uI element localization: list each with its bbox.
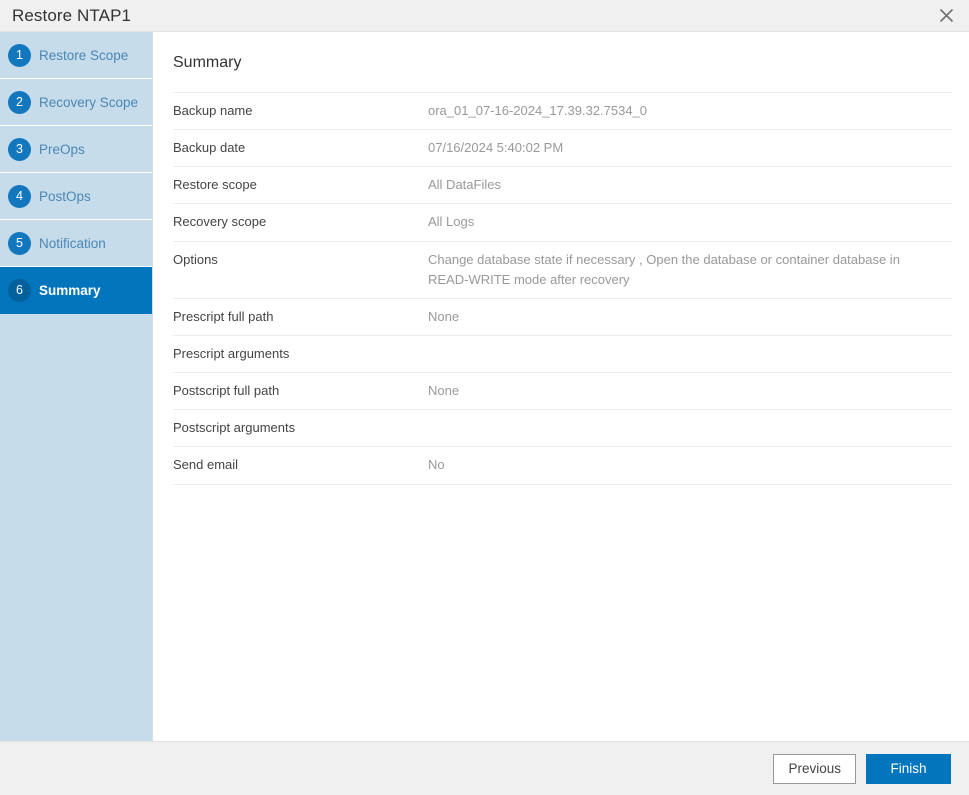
summary-table: Backup name ora_01_07-16-2024_17.39.32.7… [173, 92, 952, 485]
table-row: Postscript arguments [173, 410, 952, 447]
step-number-badge: 4 [8, 185, 31, 208]
sidebar-item-summary[interactable]: 6 Summary [0, 267, 152, 314]
sidebar-item-label: PostOps [39, 189, 91, 204]
row-value: All DataFiles [428, 167, 952, 204]
step-number-badge: 3 [8, 138, 31, 161]
step-number-badge: 5 [8, 232, 31, 255]
sidebar-item-postops[interactable]: 4 PostOps [0, 173, 152, 220]
sidebar-item-recovery-scope[interactable]: 2 Recovery Scope [0, 79, 152, 126]
table-row: Prescript arguments [173, 335, 952, 372]
row-value: None [428, 373, 952, 410]
sidebar-item-restore-scope[interactable]: 1 Restore Scope [0, 32, 152, 79]
wizard-steps-sidebar: 1 Restore Scope 2 Recovery Scope 3 PreOp… [0, 32, 153, 741]
row-label: Postscript full path [173, 373, 428, 410]
sidebar-filler [0, 314, 152, 741]
step-number-badge: 1 [8, 44, 31, 67]
row-label: Prescript arguments [173, 335, 428, 372]
step-number-badge: 6 [8, 279, 31, 302]
row-value: All Logs [428, 204, 952, 241]
table-row: Restore scope All DataFiles [173, 167, 952, 204]
row-label: Recovery scope [173, 204, 428, 241]
row-label: Backup name [173, 93, 428, 130]
sidebar-item-label: Summary [39, 283, 101, 298]
row-value: ora_01_07-16-2024_17.39.32.7534_0 [428, 93, 952, 130]
row-label: Options [173, 241, 428, 298]
restore-wizard-dialog: Restore NTAP1 1 Restore Scope 2 Recovery… [0, 0, 969, 795]
finish-button[interactable]: Finish [866, 754, 951, 784]
sidebar-item-label: Recovery Scope [39, 95, 138, 110]
dialog-footer: Previous Finish [0, 741, 969, 795]
row-value: No [428, 447, 952, 484]
row-label: Send email [173, 447, 428, 484]
previous-button[interactable]: Previous [773, 754, 856, 784]
step-number-badge: 2 [8, 91, 31, 114]
table-row: Backup name ora_01_07-16-2024_17.39.32.7… [173, 93, 952, 130]
row-label: Backup date [173, 130, 428, 167]
table-row: Send email No [173, 447, 952, 484]
row-value: Change database state if necessary , Ope… [428, 241, 952, 298]
row-label: Prescript full path [173, 298, 428, 335]
close-icon [939, 8, 954, 23]
table-row: Prescript full path None [173, 298, 952, 335]
row-value: 07/16/2024 5:40:02 PM [428, 130, 952, 167]
sidebar-item-label: Notification [39, 236, 106, 251]
row-value [428, 410, 952, 447]
table-row: Postscript full path None [173, 373, 952, 410]
sidebar-item-preops[interactable]: 3 PreOps [0, 126, 152, 173]
sidebar-item-notification[interactable]: 5 Notification [0, 220, 152, 267]
dialog-title: Restore NTAP1 [12, 6, 923, 26]
sidebar-item-label: Restore Scope [39, 48, 128, 63]
table-row: Recovery scope All Logs [173, 204, 952, 241]
sidebar-item-label: PreOps [39, 142, 85, 157]
page-title: Summary [173, 54, 951, 92]
dialog-body: 1 Restore Scope 2 Recovery Scope 3 PreOp… [0, 32, 969, 741]
row-value [428, 335, 952, 372]
close-button[interactable] [923, 0, 969, 32]
summary-panel: Summary Backup name ora_01_07-16-2024_17… [153, 32, 969, 741]
table-row: Options Change database state if necessa… [173, 241, 952, 298]
row-label: Postscript arguments [173, 410, 428, 447]
table-row: Backup date 07/16/2024 5:40:02 PM [173, 130, 952, 167]
row-label: Restore scope [173, 167, 428, 204]
dialog-titlebar: Restore NTAP1 [0, 0, 969, 32]
row-value: None [428, 298, 952, 335]
